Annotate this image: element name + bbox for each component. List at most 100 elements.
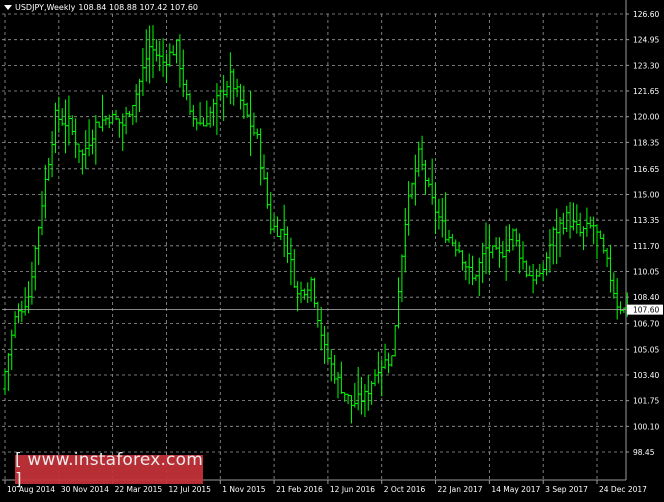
ohlc-bar [231,68,236,106]
time-tick-label: 3 Sep 2017 [545,485,588,494]
ohlc-bar [268,192,273,235]
ohlc-bar [33,245,38,291]
ohlc-bar [467,253,472,285]
ohlc-bar [184,79,189,101]
ohlc-bar [517,233,522,274]
time-tick-label: 22 Jan 2017 [438,485,483,494]
ohlc-bar [302,288,307,300]
ohlc-bar [329,349,334,382]
ohlc-bar [66,95,71,146]
ohlc-bar [238,83,243,110]
ohlc-bar [369,381,374,405]
ohlc-bar [144,29,149,82]
ohlc-bar [470,255,475,286]
time-tick-label: 24 Dec 2017 [599,485,647,494]
ohlc-bar [211,98,216,126]
ohlc-bar [359,376,364,415]
ohlc-bar [151,25,155,79]
grid [2,0,627,481]
ohlc-bar [591,216,596,245]
chart-header[interactable]: USDJPY,Weekly 108.84 108.88 107.42 107.6… [4,3,198,12]
chevron-down-icon[interactable] [4,5,12,10]
ohlc-bar [73,118,78,159]
ohlc-bar [393,325,398,357]
ohlc-bar [6,353,11,391]
ohlc-bar [319,306,324,351]
ohlc-bar [578,212,583,237]
ohlc-bar [423,159,428,195]
ohlc-bar [23,287,28,316]
ohlc-bar [386,352,391,374]
ohlc-bar [554,208,559,265]
ohlc-bars [3,25,630,424]
ohlc-bar [194,118,199,131]
ohlc-bar [463,261,468,281]
ohlc-bar [255,128,260,139]
ohlc-bar [100,94,105,132]
current-price-marker: 107.60 [2,304,663,315]
ohlc-bar [336,371,340,399]
price-chart[interactable]: 126.60 124.95 123.30 121.65 120.00 118.35 116.… [0,0,664,498]
ohlc-bar [373,369,377,387]
ohlc-bar [339,361,344,394]
ohlc-bar [124,106,129,135]
ohlc-bar [403,207,408,273]
ohlc-bar [396,277,401,329]
ohlc-bar [208,106,213,128]
watermark-banner: [ www.instaforex.com ] [15,450,203,490]
ohlc-bar [305,282,310,304]
price-tick-label: 110.05 [633,268,659,277]
time-tick-label: 21 Feb 2016 [276,485,323,494]
ohlc-bar [56,96,61,133]
ohlc-bar [282,204,287,258]
ohlc-bar [288,237,293,286]
ohlc-bar [70,115,75,136]
ohlc-bar [87,119,92,157]
ohlc-bar [564,205,569,233]
ohlc-bar [608,244,613,293]
ohlc-bar [3,368,7,395]
ohlc-bar [137,78,142,113]
ohlc-bar [453,239,458,257]
ohlc-bar [514,228,519,247]
ohlc-bar [487,225,492,275]
ohlc-bar [262,154,266,180]
chart-area[interactable]: 126.60 124.95 123.30 121.65 120.00 118.35 116.… [0,0,664,498]
ohlc-bar [117,118,122,138]
price-tick-label: 116.65 [633,165,659,174]
ohlc-bar [204,100,209,127]
ohlc-bar [504,225,509,281]
ohlc-bar [410,182,414,200]
ohlc-bar [154,39,159,62]
price-tick-label: 120.00 [633,113,659,122]
ohlc-bar [248,90,253,157]
ohlc-bar [406,181,411,236]
price-tick-label: 123.30 [633,61,659,70]
ohlc-bar [618,301,623,315]
ohlc-bar [561,212,566,235]
time-tick-label: 1 Nov 2015 [222,485,265,494]
ohlc-bar [235,78,240,97]
ohlc-bar [103,115,108,126]
ohlc-bar [191,104,196,127]
ohlc-bar [278,228,283,241]
ohlc-bar [171,45,176,56]
ohlc-bar [120,113,125,151]
ohlc-bar [140,48,145,97]
price-tick-label: 121.65 [633,87,659,96]
ohlc-bar [50,131,55,178]
symbol-label: USDJPY,Weekly [15,3,76,12]
ohlc-bar [309,276,314,302]
ohlc-bar [500,241,505,259]
ohlc-bar [544,252,549,276]
ohlc-bar [332,354,337,384]
ohlc-values: 108.84 108.88 107.42 107.60 [78,3,199,12]
price-tick-label: 124.95 [633,36,659,45]
price-tick-label: 106.70 [633,320,659,329]
ohlc-bar [43,164,48,219]
ohlc-bar [13,311,18,338]
ohlc-bar [527,265,532,277]
ohlc-bar [588,216,593,229]
time-tick-label: 12 Jun 2016 [330,485,375,494]
ohlc-bar [356,366,361,411]
